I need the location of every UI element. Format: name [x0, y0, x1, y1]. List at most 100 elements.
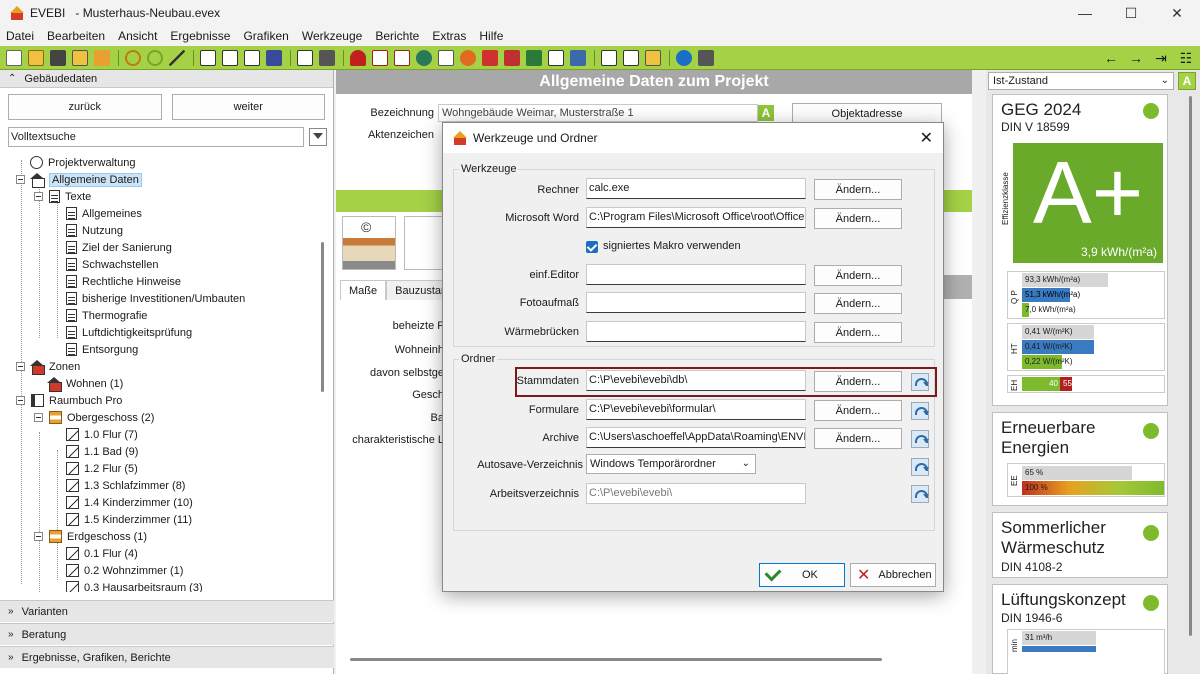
minimize-button[interactable]: — [1062, 0, 1108, 26]
tree-icon[interactable] [526, 49, 542, 66]
formulare-input[interactable]: C:\P\evebi\evebi\formular\ [586, 399, 806, 420]
grid-icon[interactable] [570, 49, 586, 66]
stammdaten-input[interactable]: C:\P\evebi\evebi\db\ [586, 370, 806, 391]
signed-macro-checkbox[interactable] [586, 241, 598, 253]
tree-item-entsorgung[interactable]: Entsorgung [66, 341, 138, 358]
house-check-icon[interactable] [645, 49, 661, 66]
rechner-change-button[interactable]: Ändern... [814, 179, 902, 200]
autosave-dropdown[interactable]: Windows Temporärordner ⌄ [586, 454, 756, 474]
new-file-icon[interactable] [6, 49, 22, 66]
stammdaten-change-button[interactable]: Ändern... [814, 371, 902, 392]
tree-item-room[interactable]: 1.2 Flur (5) [66, 460, 138, 477]
right-scrollbar[interactable] [1186, 96, 1194, 656]
menu-grafiken[interactable]: Grafiken [243, 29, 288, 43]
tree-item-ziel-der-sanierung[interactable]: Ziel der Sanierung [66, 239, 172, 256]
save-icon[interactable] [50, 49, 66, 66]
fulltext-search-input[interactable]: Volltextsuche [8, 127, 304, 147]
settings-sliders-icon[interactable]: ☷ [1178, 50, 1194, 66]
collapse-toggle[interactable] [34, 532, 43, 541]
close-window-button[interactable]: ✕ [1154, 0, 1200, 26]
redo-icon[interactable] [147, 49, 163, 66]
tree-item-thermografie[interactable]: Thermografie [66, 307, 147, 324]
house-image[interactable]: © [342, 216, 396, 270]
tree-item-zonen[interactable]: Zonen [16, 358, 80, 375]
waermebruecken-input[interactable] [586, 321, 806, 342]
network-icon[interactable] [416, 49, 432, 66]
undo-icon[interactable] [125, 49, 141, 66]
calculator-icon[interactable] [698, 49, 714, 66]
waermebruecken-change-button[interactable]: Ändern... [814, 322, 902, 343]
refresh-icon[interactable] [911, 430, 929, 448]
window-icon[interactable] [394, 49, 410, 66]
tree-item-investitionen[interactable]: bisherige Investitionen/Umbauten [66, 290, 245, 307]
calc-sheet-icon[interactable] [623, 49, 639, 66]
state-dropdown[interactable]: Ist-Zustand ⌄ [988, 72, 1174, 90]
tree-item-texte[interactable]: Texte [34, 188, 91, 205]
fotoaufmass-input[interactable] [586, 292, 806, 313]
plan-icon[interactable] [548, 49, 564, 66]
zone-icon[interactable] [350, 49, 366, 66]
maximize-button[interactable]: ☐ [1108, 0, 1154, 26]
tree-item-room[interactable]: 1.5 Kinderzimmer (11) [66, 511, 192, 528]
tree-item-nutzung[interactable]: Nutzung [66, 222, 123, 239]
lueftungskonzept-card[interactable]: Lüftungskonzept DIN 1946-6 min 31 m³/h [992, 584, 1168, 674]
tree-item-room[interactable]: 1.1 Bad (9) [66, 443, 138, 460]
back-button[interactable]: zurück [8, 94, 162, 120]
menu-ergebnisse[interactable]: Ergebnisse [170, 29, 230, 43]
collapse-toggle[interactable] [34, 413, 43, 422]
tree-item-room[interactable]: 0.1 Flur (4) [66, 545, 138, 562]
tree-item-luftdichtigkeitspruefung[interactable]: Luftdichtigkeitsprüfung [66, 324, 192, 341]
section-beratung[interactable]: » Beratung [0, 623, 334, 645]
menu-extras[interactable]: Extras [432, 29, 466, 43]
arbeitsverzeichnis-input[interactable]: C:\P\evebi\evebi\ [586, 483, 806, 504]
menu-werkzeuge[interactable]: Werkzeuge [302, 29, 362, 43]
pipe-icon[interactable] [504, 49, 520, 66]
section-ergebnisse[interactable]: » Ergebnisse, Grafiken, Berichte [0, 646, 334, 668]
filter-icon[interactable] [309, 128, 327, 146]
tree-item-rechtliche-hinweise[interactable]: Rechtliche Hinweise [66, 273, 181, 290]
tree-item-room[interactable]: 1.3 Schlafzimmer (8) [66, 477, 185, 494]
collapse-toggle[interactable] [16, 396, 25, 405]
copy-icon[interactable] [72, 49, 88, 66]
close-icon[interactable]: ✕ [920, 128, 933, 148]
tab-masse[interactable]: Maße [340, 280, 387, 300]
collapse-toggle[interactable] [34, 192, 43, 201]
sommerlicher-waermeschutz-card[interactable]: Sommerlicher Wärmeschutz DIN 4108-2 [992, 512, 1168, 578]
menu-bearbeiten[interactable]: Bearbeiten [47, 29, 105, 43]
forward-button[interactable]: weiter [171, 94, 325, 120]
sum-icon[interactable] [266, 49, 282, 66]
cancel-button[interactable]: ✕ Abbrechen [850, 563, 936, 587]
archive-change-button[interactable]: Ändern... [814, 428, 902, 449]
sun-icon[interactable] [460, 49, 476, 66]
menu-berichte[interactable]: Berichte [375, 29, 419, 43]
structure-icon[interactable] [297, 49, 313, 66]
a-badge[interactable]: A [758, 105, 774, 121]
tree-item-projektverwaltung[interactable]: Projektverwaltung [30, 154, 135, 171]
document-icon[interactable] [222, 49, 238, 66]
editor-change-button[interactable]: Ändern... [814, 265, 902, 286]
editor-input[interactable] [586, 264, 806, 285]
word-input[interactable]: C:\Program Files\Microsoft Office\root\O… [586, 207, 806, 228]
collapse-toggle[interactable] [16, 175, 25, 184]
bezeichnung-input[interactable]: Wohngebäude Weimar, Musterstraße 1 [438, 104, 758, 122]
word-change-button[interactable]: Ändern... [814, 208, 902, 229]
image-slot[interactable] [404, 216, 444, 270]
export-icon[interactable] [94, 49, 110, 66]
report-icon[interactable] [200, 49, 216, 66]
tree-item-wohnen[interactable]: Wohnen (1) [47, 375, 123, 392]
table-icon[interactable] [601, 49, 617, 66]
formulare-change-button[interactable]: Ändern... [814, 400, 902, 421]
tree-item-obergeschoss[interactable]: Obergeschoss (2) [34, 409, 154, 426]
tag-icon[interactable] [372, 49, 388, 66]
collapse-toggle[interactable] [16, 362, 25, 371]
section-varianten[interactable]: » Varianten [0, 600, 334, 622]
fotoaufmass-change-button[interactable]: Ändern... [814, 293, 902, 314]
horizontal-scrollbar[interactable] [350, 656, 960, 662]
tree-item-room[interactable]: 1.4 Kinderzimmer (10) [66, 494, 193, 511]
tree-item-raumbuch-pro[interactable]: Raumbuch Pro [16, 392, 122, 409]
menu-hilfe[interactable]: Hilfe [479, 29, 503, 43]
refresh-icon[interactable] [911, 402, 929, 420]
tree-item-allgemeine-daten[interactable]: Allgemeine Daten [16, 171, 142, 188]
list-icon[interactable] [244, 49, 260, 66]
geg-card[interactable]: GEG 2024 DIN V 18599 Effizienzklasse A+ … [992, 94, 1168, 406]
